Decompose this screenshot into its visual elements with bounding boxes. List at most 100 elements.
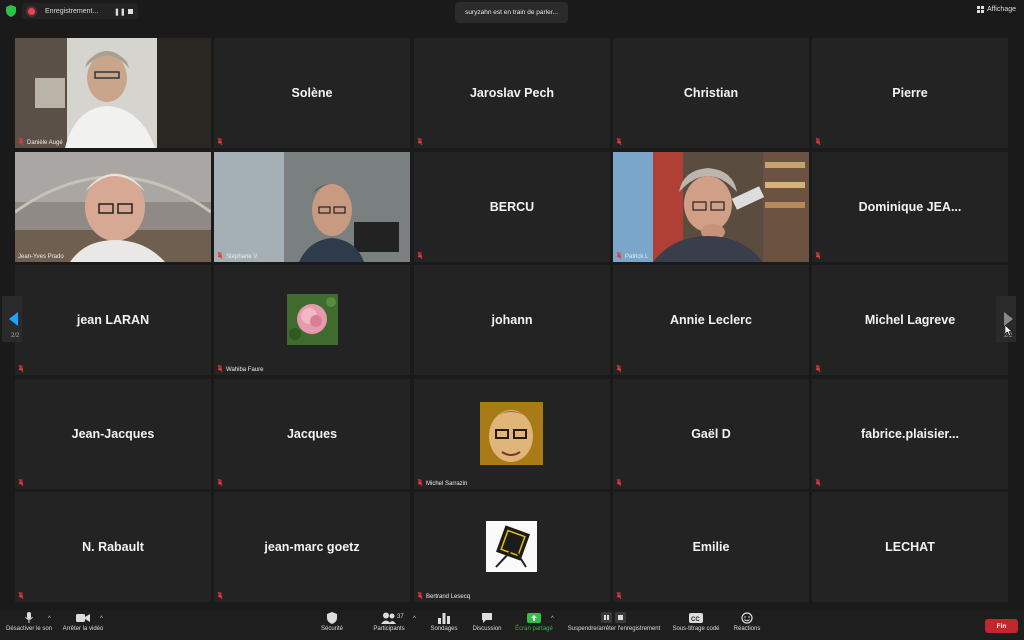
video-tile[interactable]: Patrick L <box>613 152 809 262</box>
participant-video <box>613 152 809 262</box>
video-camera-icon <box>76 614 90 622</box>
caret-up-icon[interactable]: ^ <box>48 616 51 622</box>
video-tile[interactable]: johann <box>414 265 610 375</box>
video-tile[interactable]: Danièle Augé <box>15 38 211 148</box>
participant-name: Dominique JEA... <box>858 200 962 214</box>
muted-mic-icon <box>616 252 622 259</box>
video-tile[interactable]: Gaël D <box>613 379 809 489</box>
muted-mic-icon <box>417 138 423 145</box>
muted-mic-icon <box>815 252 821 259</box>
video-tile[interactable]: Emilie <box>613 492 809 602</box>
video-tile[interactable]: Wahiba Faure <box>214 265 410 375</box>
shield-icon[interactable] <box>6 5 16 17</box>
video-tile[interactable]: fabrice.plaisier... <box>812 379 1008 489</box>
view-button[interactable]: Affichage <box>976 6 1016 13</box>
video-tile[interactable]: BERCU <box>414 152 610 262</box>
participant-name: Patrick L <box>625 254 649 260</box>
polls-button[interactable]: Sondages <box>426 612 462 632</box>
bar-chart-icon <box>438 613 450 624</box>
participant-avatar <box>486 521 537 572</box>
video-tile[interactable]: Michel Sarrazin <box>414 379 610 489</box>
video-tile[interactable]: jean LARAN <box>15 265 211 375</box>
muted-mic-icon <box>815 365 821 372</box>
cc-icon: CC <box>689 613 703 623</box>
participant-name: Danièle Augé <box>27 140 63 146</box>
share-screen-button[interactable]: Écran partagé <box>511 612 557 632</box>
chevron-right-icon <box>1004 312 1013 326</box>
video-tile[interactable]: Bertrand Lesecq <box>414 492 610 602</box>
video-tile[interactable]: LECHAT <box>812 492 1008 602</box>
video-tile[interactable]: Michel Lagreve <box>812 265 1008 375</box>
pause-recording-icon[interactable]: ❚❚ <box>114 8 126 16</box>
participant-name: Jean-Yves Prado <box>18 254 64 260</box>
chat-label: Discussion <box>472 626 502 632</box>
muted-mic-icon <box>18 592 24 599</box>
caret-up-icon[interactable]: ^ <box>413 616 416 622</box>
view-label: Affichage <box>986 6 1016 13</box>
chat-button[interactable]: Discussion <box>468 612 506 632</box>
video-tile[interactable]: Annie Leclerc <box>613 265 809 375</box>
participants-count: 37 <box>397 614 404 620</box>
participant-name: Bertrand Lesecq <box>426 594 471 600</box>
video-tile[interactable]: Dominique JEA... <box>812 152 1008 262</box>
video-tile[interactable]: Solène <box>214 38 410 148</box>
participant-name: Michel Lagreve <box>864 313 956 327</box>
video-tile[interactable]: jean-marc goetz <box>214 492 410 602</box>
muted-mic-icon <box>417 479 423 486</box>
reactions-label: Réactions <box>733 626 761 632</box>
muted-mic-icon <box>616 365 622 372</box>
mute-label: Désactiver le son <box>5 626 53 632</box>
caret-up-icon[interactable]: ^ <box>100 616 103 622</box>
participant-name: N. Rabault <box>82 540 144 554</box>
chevron-left-icon <box>9 312 18 326</box>
polls-label: Sondages <box>430 626 458 632</box>
participant-name: fabrice.plaisier... <box>861 427 959 441</box>
participant-avatar <box>480 402 543 465</box>
smiley-icon <box>741 612 753 624</box>
participant-name: Michel Sarrazin <box>426 481 468 487</box>
security-button[interactable]: Sécurité <box>312 612 352 632</box>
participants-button[interactable]: Participants 37 <box>368 612 410 632</box>
video-label: Arrêter la vidéo <box>62 626 104 632</box>
video-tile[interactable]: Christian <box>613 38 809 148</box>
participant-name: Annie Leclerc <box>670 313 752 327</box>
video-tile[interactable]: Jaroslav Pech <box>414 38 610 148</box>
participant-name: jean-marc goetz <box>264 540 360 554</box>
participants-icon <box>381 612 396 624</box>
recording-indicator[interactable]: Enregistrement... ❚❚ <box>22 3 138 19</box>
participants-label: Participants <box>373 626 405 632</box>
video-tile[interactable]: Stéphane V <box>214 152 410 262</box>
video-tile[interactable]: Pierre <box>812 38 1008 148</box>
participant-name: Christian <box>683 86 739 100</box>
share-label: Écran partagé <box>515 626 553 632</box>
muted-mic-icon <box>18 138 24 145</box>
closed-captions-button[interactable]: CC Sous-titrage codé <box>670 612 722 632</box>
cc-label: Sous-titrage codé <box>672 626 720 632</box>
video-tile[interactable]: Jean-Yves Prado <box>15 152 211 262</box>
caret-up-icon[interactable]: ^ <box>551 616 554 622</box>
top-bar: Enregistrement... ❚❚ suryzahn est en tra… <box>0 0 1024 24</box>
stop-video-button[interactable]: Arrêter la vidéo <box>58 612 108 632</box>
participant-video <box>15 152 211 262</box>
muted-mic-icon <box>417 252 423 259</box>
end-meeting-button[interactable]: Fin <box>985 619 1018 633</box>
page-indicator: 2/2 <box>11 333 20 339</box>
video-tile[interactable]: N. Rabault <box>15 492 211 602</box>
mute-button[interactable]: Désactiver le son <box>2 612 56 632</box>
stop-recording-icon[interactable] <box>128 8 133 14</box>
grid-view-icon <box>976 6 984 13</box>
security-label: Sécurité <box>320 626 343 632</box>
participant-name: LECHAT <box>885 540 935 554</box>
muted-mic-icon <box>217 365 223 372</box>
recording-controls-button[interactable]: Suspendre/arrêter l'enregistrement <box>563 612 665 632</box>
pause-stop-recording-icon <box>601 612 626 623</box>
recording-controls-label: Suspendre/arrêter l'enregistrement <box>567 626 661 632</box>
video-tile[interactable]: Jean-Jacques <box>15 379 211 489</box>
video-tile[interactable]: Jacques <box>214 379 410 489</box>
reactions-button[interactable]: Réactions <box>730 612 764 632</box>
participant-name: jean LARAN <box>76 313 150 327</box>
mouse-cursor-icon <box>1005 325 1012 336</box>
muted-mic-icon <box>417 592 423 599</box>
previous-page-button[interactable]: 2/2 <box>2 296 22 342</box>
participant-name: Stéphane V <box>226 254 258 260</box>
